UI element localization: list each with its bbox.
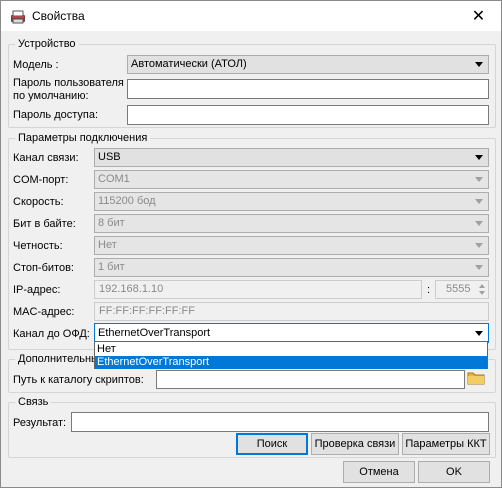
title-bar: Свойства ✕	[1, 1, 501, 31]
properties-dialog: Свойства ✕ Устройство Модель : Автоматич…	[0, 0, 502, 488]
parity-label: Четность:	[13, 240, 63, 252]
spin-up-icon	[479, 284, 485, 288]
bits-select[interactable]: 8 бит	[94, 214, 489, 233]
user-password-label-line2: по умолчанию:	[13, 90, 89, 102]
connection-group-legend: Параметры подключения	[15, 132, 151, 144]
ofd-channel-label: Канал до ОФД:	[13, 328, 90, 340]
stop-bits-label: Стоп-битов:	[13, 262, 74, 274]
printer-icon	[11, 10, 25, 24]
mac-label: MAC-адрес:	[13, 306, 75, 318]
close-button[interactable]: ✕	[456, 1, 501, 31]
ofd-channel-value: EthernetOverTransport	[98, 327, 211, 339]
ofd-option-none[interactable]: Нет	[95, 343, 487, 356]
chevron-down-icon	[475, 265, 483, 270]
ip-value: 192.168.1.10	[99, 283, 164, 295]
ip-field[interactable]: 192.168.1.10	[94, 280, 422, 299]
model-select[interactable]: Автоматически (АТОЛ)	[127, 55, 489, 74]
search-button-label: Поиск	[256, 438, 288, 450]
stop-bits-select[interactable]: 1 бит	[94, 258, 489, 277]
channel-select[interactable]: USB	[94, 148, 489, 167]
chevron-down-icon	[475, 199, 483, 204]
scripts-path-label: Путь к каталогу скриптов:	[13, 374, 144, 386]
speed-value: 115200 бод	[98, 195, 156, 207]
user-password-label-line1: Пароль пользователя	[13, 77, 124, 89]
model-label: Модель :	[13, 59, 59, 71]
port-stepper[interactable]: 5555	[435, 280, 489, 299]
user-password-field[interactable]	[127, 79, 489, 99]
check-connection-button-label: Проверка связи	[314, 438, 396, 450]
kkt-params-button-label: Параметры ККТ	[405, 438, 487, 450]
chevron-down-icon	[475, 62, 483, 67]
ip-label: IP-адрес:	[13, 284, 61, 296]
parity-value: Нет	[98, 239, 117, 251]
chevron-down-icon	[475, 331, 483, 336]
cancel-button-label: Отмена	[359, 466, 399, 478]
mac-field[interactable]: FF:FF:FF:FF:FF:FF	[94, 302, 489, 321]
speed-label: Скорость:	[13, 196, 64, 208]
chevron-down-icon	[475, 155, 483, 160]
access-password-label: Пароль доступа:	[13, 109, 99, 121]
device-group-legend: Устройство	[15, 38, 79, 50]
spin-down-icon	[479, 291, 485, 295]
chevron-down-icon	[475, 221, 483, 226]
port-value: 5555	[446, 283, 471, 295]
channel-select-value: USB	[98, 151, 121, 163]
mac-value: FF:FF:FF:FF:FF:FF	[99, 305, 195, 317]
com-port-label: COM-порт:	[13, 174, 69, 186]
port-separator: :	[427, 284, 431, 296]
check-connection-button[interactable]: Проверка связи	[311, 433, 399, 455]
ofd-option-ethernet[interactable]: EthernetOverTransport	[95, 356, 487, 369]
scripts-path-field[interactable]	[156, 370, 465, 389]
kkt-params-button[interactable]: Параметры ККТ	[402, 433, 490, 455]
speed-select[interactable]: 115200 бод	[94, 192, 489, 211]
chevron-down-icon	[475, 177, 483, 182]
bits-value: 8 бит	[98, 217, 125, 229]
search-button[interactable]: Поиск	[236, 433, 308, 455]
ofd-channel-dropdown: Нет EthernetOverTransport	[94, 341, 488, 369]
ok-button-label: OK	[446, 466, 462, 478]
stop-bits-value: 1 бит	[98, 261, 125, 273]
ofd-channel-select[interactable]: EthernetOverTransport	[94, 323, 489, 343]
window-title: Свойства	[32, 9, 85, 23]
model-select-value: Автоматически (АТОЛ)	[131, 58, 247, 70]
com-port-select[interactable]: COM1	[94, 170, 489, 189]
ok-button[interactable]: OK	[418, 461, 490, 483]
cancel-button[interactable]: Отмена	[343, 461, 415, 483]
parity-select[interactable]: Нет	[94, 236, 489, 255]
folder-icon[interactable]	[467, 369, 485, 386]
access-password-field[interactable]	[127, 105, 489, 125]
bits-label: Бит в байте:	[13, 218, 76, 230]
chevron-down-icon	[475, 243, 483, 248]
result-label: Результат:	[13, 417, 67, 429]
com-port-value: COM1	[98, 173, 130, 185]
result-field[interactable]	[71, 412, 489, 432]
channel-label: Канал связи:	[13, 152, 79, 164]
link-group-legend: Связь	[15, 396, 52, 408]
close-icon: ✕	[471, 8, 486, 25]
